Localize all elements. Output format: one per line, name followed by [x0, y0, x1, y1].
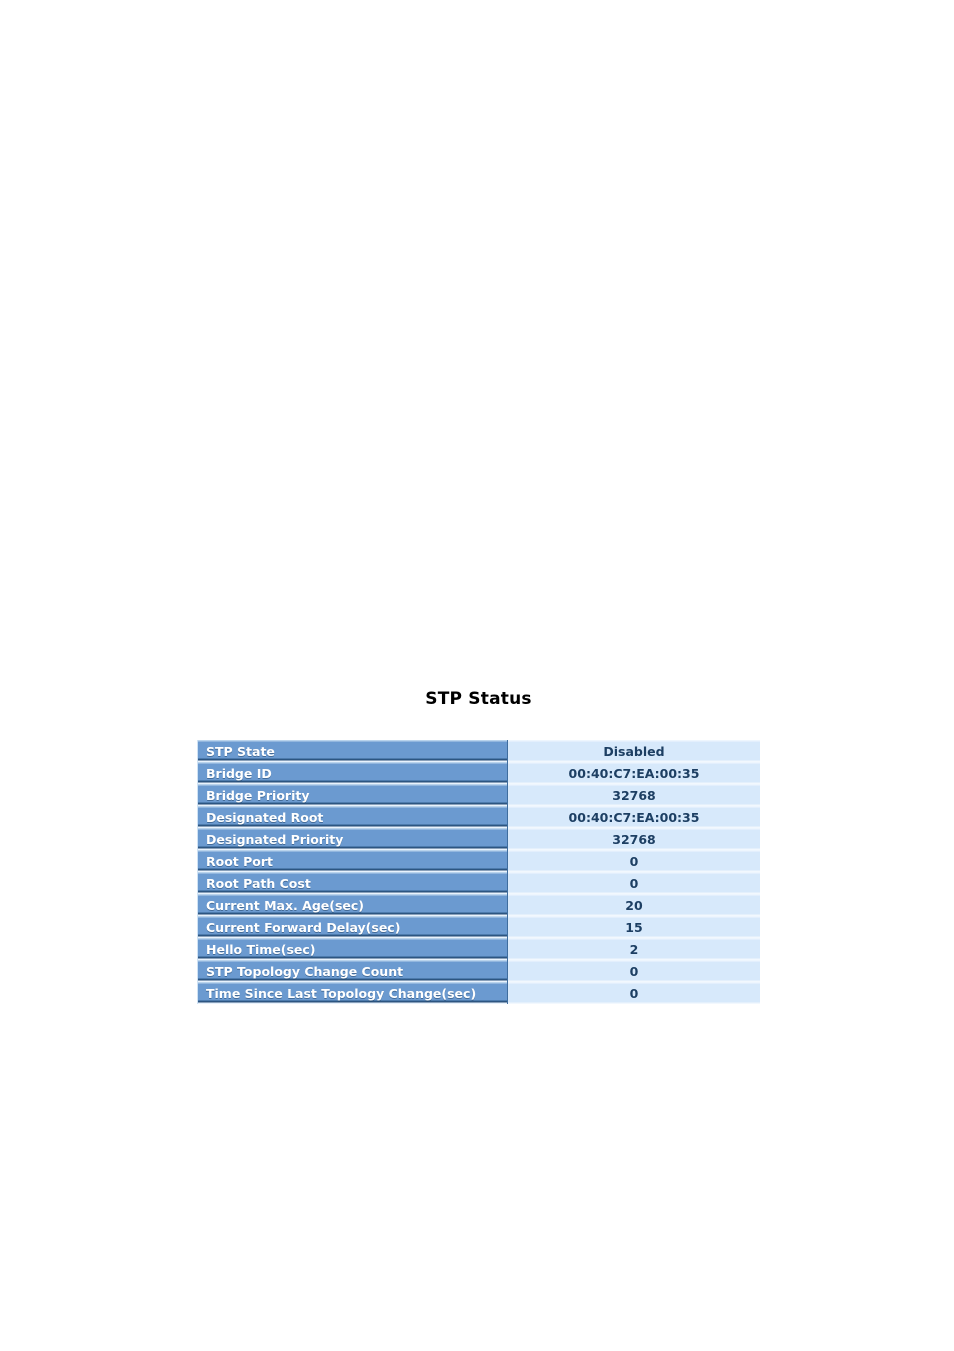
row-value-bridge-priority: 32768	[508, 784, 760, 806]
row-label-bridge-id: Bridge ID	[197, 762, 508, 784]
row-value-current-max-age: 20	[508, 894, 760, 916]
row-label-stp-state: STP State	[197, 740, 508, 762]
row-label-designated-priority: Designated Priority	[197, 828, 508, 850]
row-label-bridge-priority: Bridge Priority	[197, 784, 508, 806]
stp-status-panel: STP Status STP State Disabled Bridge ID …	[197, 688, 760, 1004]
table-row: Hello Time(sec) 2	[197, 938, 760, 960]
row-value-designated-priority: 32768	[508, 828, 760, 850]
table-row: Current Forward Delay(sec) 15	[197, 916, 760, 938]
row-value-bridge-id: 00:40:C7:EA:00:35	[508, 762, 760, 784]
row-value-root-port: 0	[508, 850, 760, 872]
row-label-time-since-last-topology-change: Time Since Last Topology Change(sec)	[197, 982, 508, 1004]
stp-status-table: STP State Disabled Bridge ID 00:40:C7:EA…	[197, 740, 760, 1004]
table-row: STP State Disabled	[197, 740, 760, 762]
stp-status-table-body: STP State Disabled Bridge ID 00:40:C7:EA…	[197, 740, 760, 1004]
table-row: Root Port 0	[197, 850, 760, 872]
row-value-stp-state: Disabled	[508, 740, 760, 762]
page-title: STP Status	[425, 689, 532, 709]
row-label-current-max-age: Current Max. Age(sec)	[197, 894, 508, 916]
row-value-root-path-cost: 0	[508, 872, 760, 894]
table-row: Time Since Last Topology Change(sec) 0	[197, 982, 760, 1004]
table-row: Current Max. Age(sec) 20	[197, 894, 760, 916]
table-row: Root Path Cost 0	[197, 872, 760, 894]
table-row: STP Topology Change Count 0	[197, 960, 760, 982]
row-label-designated-root: Designated Root	[197, 806, 508, 828]
table-row: Bridge ID 00:40:C7:EA:00:35	[197, 762, 760, 784]
row-value-stp-topology-change-count: 0	[508, 960, 760, 982]
row-label-root-path-cost: Root Path Cost	[197, 872, 508, 894]
table-row: Bridge Priority 32768	[197, 784, 760, 806]
row-value-hello-time: 2	[508, 938, 760, 960]
row-label-stp-topology-change-count: STP Topology Change Count	[197, 960, 508, 982]
row-label-hello-time: Hello Time(sec)	[197, 938, 508, 960]
row-value-designated-root: 00:40:C7:EA:00:35	[508, 806, 760, 828]
row-value-current-forward-delay: 15	[508, 916, 760, 938]
table-row: Designated Priority 32768	[197, 828, 760, 850]
row-value-time-since-last-topology-change: 0	[508, 982, 760, 1004]
table-row: Designated Root 00:40:C7:EA:00:35	[197, 806, 760, 828]
row-label-current-forward-delay: Current Forward Delay(sec)	[197, 916, 508, 938]
row-label-root-port: Root Port	[197, 850, 508, 872]
